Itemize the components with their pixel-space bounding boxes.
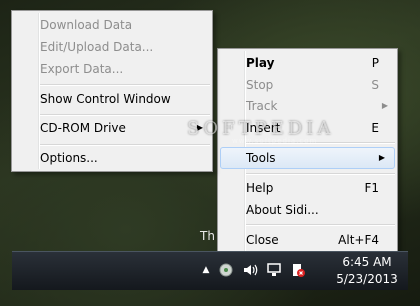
softpedia-watermark-url: www.softpedia.com	[232, 137, 318, 145]
menu-separator	[40, 84, 210, 86]
menu-item-shortcut: F1	[364, 181, 379, 195]
softpedia-watermark: SOFTPEDIA	[187, 118, 335, 139]
menu-item-options[interactable]: Options...	[12, 147, 212, 169]
volume-icon[interactable]	[242, 262, 258, 278]
taskbar-clock[interactable]: 6:45 AM 5/23/2013	[332, 254, 402, 288]
menu-item-help[interactable]: Help F1	[218, 177, 397, 199]
menu-separator	[246, 224, 395, 226]
submenu-arrow-icon: ▶	[378, 153, 385, 162]
tools-submenu: Download Data Edit/Upload Data... Export…	[11, 10, 213, 172]
menu-item-label: CD-ROM Drive	[40, 121, 126, 135]
menu-item-shortcut: S	[371, 78, 379, 92]
menu-item-play[interactable]: Play P	[218, 52, 397, 74]
menu-item-label: Edit/Upload Data...	[40, 40, 154, 54]
menu-item-track[interactable]: Track ▶	[218, 95, 397, 117]
menu-item-label: Track	[246, 99, 278, 113]
show-hidden-icons-icon[interactable]: ▲	[198, 262, 214, 278]
menu-item-label: Options...	[40, 151, 98, 165]
menu-item-export-data[interactable]: Export Data...	[12, 58, 212, 80]
menu-item-stop[interactable]: Stop S	[218, 74, 397, 96]
menu-item-close[interactable]: Close Alt+F4	[218, 229, 397, 251]
taskbar: ▲ 6:45 AM 5/23/2013	[12, 251, 408, 290]
network-icon[interactable]	[266, 262, 282, 278]
menu-separator	[246, 173, 395, 175]
menu-item-label: Show Control Window	[40, 92, 171, 106]
menu-item-download-data[interactable]: Download Data	[12, 14, 212, 36]
menu-separator	[40, 114, 210, 116]
menu-item-label: Tools	[246, 151, 276, 165]
submenu-arrow-icon: ▶	[381, 101, 388, 110]
desktop-caption: Th	[200, 229, 215, 243]
action-center-icon[interactable]	[290, 262, 306, 278]
clock-date: 5/23/2013	[336, 272, 398, 286]
menu-item-shortcut: E	[371, 121, 379, 135]
menu-separator	[40, 144, 210, 146]
menu-item-label: Export Data...	[40, 62, 124, 76]
clock-time: 6:45 AM	[342, 255, 392, 269]
menu-item-label: Play	[246, 56, 275, 70]
sidi-tray-icon[interactable]	[218, 262, 234, 278]
menu-item-label: Stop	[246, 78, 274, 92]
menu-item-cd-rom-drive[interactable]: CD-ROM Drive ▶	[12, 117, 212, 139]
menu-item-label: About Sidi...	[246, 203, 319, 217]
menu-item-edit-upload-data[interactable]: Edit/Upload Data...	[12, 36, 212, 58]
menu-item-shortcut: Alt+F4	[338, 233, 379, 247]
menu-item-label: Close	[246, 233, 279, 247]
menu-item-tools[interactable]: Tools ▶	[220, 147, 395, 169]
main-context-menu: Play P Stop S Track ▶ Insert E Tools ▶ H…	[217, 48, 398, 258]
menu-item-label: Help	[246, 181, 274, 195]
menu-item-shortcut: P	[371, 56, 379, 70]
menu-item-label: Download Data	[40, 18, 133, 32]
menu-item-show-control-window[interactable]: Show Control Window	[12, 88, 212, 110]
menu-item-about[interactable]: About Sidi...	[218, 199, 397, 221]
